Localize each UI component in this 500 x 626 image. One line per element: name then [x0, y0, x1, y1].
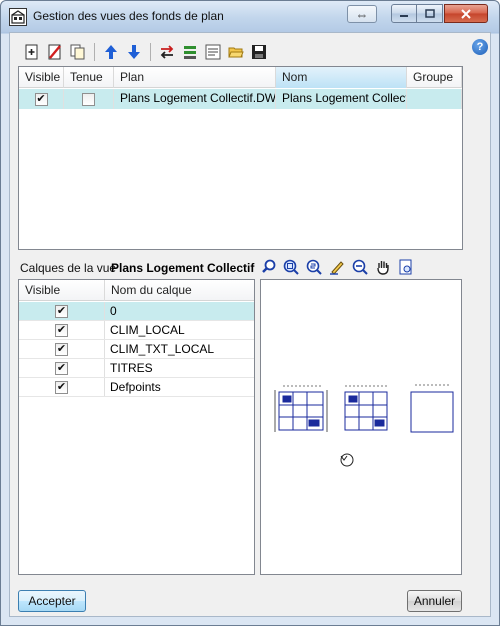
- layers-view-name: Plans Logement Collectif: [111, 261, 255, 275]
- cancel-button[interactable]: Annuler: [407, 590, 462, 612]
- column-header-plan[interactable]: Plan: [114, 67, 276, 88]
- help-icon[interactable]: ?: [472, 39, 488, 55]
- plans-table-header: Visible Tenue Plan Nom Groupe: [19, 67, 462, 88]
- layer-name-cell: 0: [110, 304, 117, 318]
- app-icon: [9, 8, 27, 26]
- nom-cell[interactable]: Plans Logement Collectif: [276, 89, 407, 109]
- dialog-window: Gestion des vues des fonds de plan ⇔ ? V…: [0, 0, 500, 626]
- plan-drawing: [274, 384, 454, 467]
- layer-name-cell: TITRES: [110, 361, 153, 375]
- layers-label: Calques de la vue: [20, 261, 117, 275]
- dialog-client-area: ? Visible Tenue Plan Nom Groupe ✔ Plans …: [9, 32, 491, 617]
- viewer-toolbar: [258, 257, 416, 277]
- window-title: Gestion des vues des fonds de plan: [33, 9, 224, 23]
- table-row[interactable]: ✔ 0: [19, 302, 254, 321]
- zoom-window-icon[interactable]: [281, 257, 301, 277]
- layer-name-cell: CLIM_LOCAL: [110, 323, 185, 337]
- plans-table: Visible Tenue Plan Nom Groupe ✔ Plans Lo…: [18, 66, 463, 250]
- print-preview-icon[interactable]: [396, 257, 416, 277]
- column-header-nom[interactable]: Nom: [276, 67, 407, 88]
- tenue-checkbox[interactable]: [82, 92, 95, 106]
- layer-visible-checkbox[interactable]: ✔: [55, 323, 68, 337]
- layer-visible-checkbox[interactable]: ✔: [55, 380, 68, 394]
- dxf-icon[interactable]: [203, 42, 223, 62]
- layer-visible-checkbox[interactable]: ✔: [55, 304, 68, 318]
- layers-table: Visible Nom du calque ✔ 0 ✔ CLIM_LOCAL ✔…: [18, 279, 255, 575]
- table-row[interactable]: ✔ Plans Logement Collectif.DWG Plans Log…: [19, 89, 462, 109]
- copy-icon[interactable]: [68, 42, 88, 62]
- new-icon[interactable]: [22, 42, 42, 62]
- visible-checkbox[interactable]: ✔: [34, 92, 48, 106]
- save-icon[interactable]: [249, 42, 269, 62]
- layer-visible-cell: ✔: [19, 321, 105, 339]
- tenue-cell: [64, 89, 114, 109]
- zoom-2x-icon[interactable]: [304, 257, 324, 277]
- column-header-layer-visible[interactable]: Visible: [19, 280, 105, 301]
- column-header-groupe[interactable]: Groupe: [407, 67, 462, 88]
- groupe-cell[interactable]: [407, 89, 462, 109]
- table-row[interactable]: ✔ Defpoints: [19, 378, 254, 397]
- pan-hand-icon[interactable]: [373, 257, 393, 277]
- delete-icon[interactable]: [45, 42, 65, 62]
- table-row[interactable]: ✔ TITRES: [19, 359, 254, 378]
- open-folder-icon[interactable]: [226, 42, 246, 62]
- column-header-visible[interactable]: Visible: [19, 67, 64, 88]
- zoom-extents-icon[interactable]: [258, 257, 278, 277]
- layer-visible-cell: ✔: [19, 302, 105, 320]
- swap-icon[interactable]: [157, 42, 177, 62]
- layer-visible-cell: ✔: [19, 340, 105, 358]
- visible-cell: ✔: [19, 89, 64, 109]
- table-row[interactable]: ✔ CLIM_TXT_LOCAL: [19, 340, 254, 359]
- plan-preview[interactable]: [260, 279, 462, 575]
- plan-cell[interactable]: Plans Logement Collectif.DWG: [114, 89, 276, 109]
- layers-table-header: Visible Nom du calque: [19, 280, 254, 301]
- maximize-button[interactable]: [417, 4, 443, 23]
- toolbar-separator: [150, 43, 151, 61]
- layer-visible-cell: ✔: [19, 378, 105, 396]
- accept-button[interactable]: Accepter: [18, 590, 86, 612]
- column-header-tenue[interactable]: Tenue: [64, 67, 114, 88]
- minimize-button[interactable]: [391, 4, 417, 23]
- move-down-icon[interactable]: [124, 42, 144, 62]
- zoom-out-icon[interactable]: [350, 257, 370, 277]
- swap-window-button[interactable]: ⇔: [347, 5, 377, 23]
- title-bar[interactable]: Gestion des vues des fonds de plan ⇔: [1, 1, 499, 31]
- toolbar-separator: [94, 43, 95, 61]
- layers-icon[interactable]: [180, 42, 200, 62]
- layer-name-cell: Defpoints: [110, 380, 161, 394]
- layer-name-cell: CLIM_TXT_LOCAL: [110, 342, 215, 356]
- close-button[interactable]: [444, 4, 488, 23]
- column-header-layer-name[interactable]: Nom du calque: [105, 280, 254, 301]
- layer-visible-cell: ✔: [19, 359, 105, 377]
- pencil-icon[interactable]: [327, 257, 347, 277]
- move-up-icon[interactable]: [101, 42, 121, 62]
- layer-visible-checkbox[interactable]: ✔: [55, 342, 68, 356]
- layer-visible-checkbox[interactable]: ✔: [55, 361, 68, 375]
- table-row[interactable]: ✔ CLIM_LOCAL: [19, 321, 254, 340]
- toolbar: [22, 41, 269, 63]
